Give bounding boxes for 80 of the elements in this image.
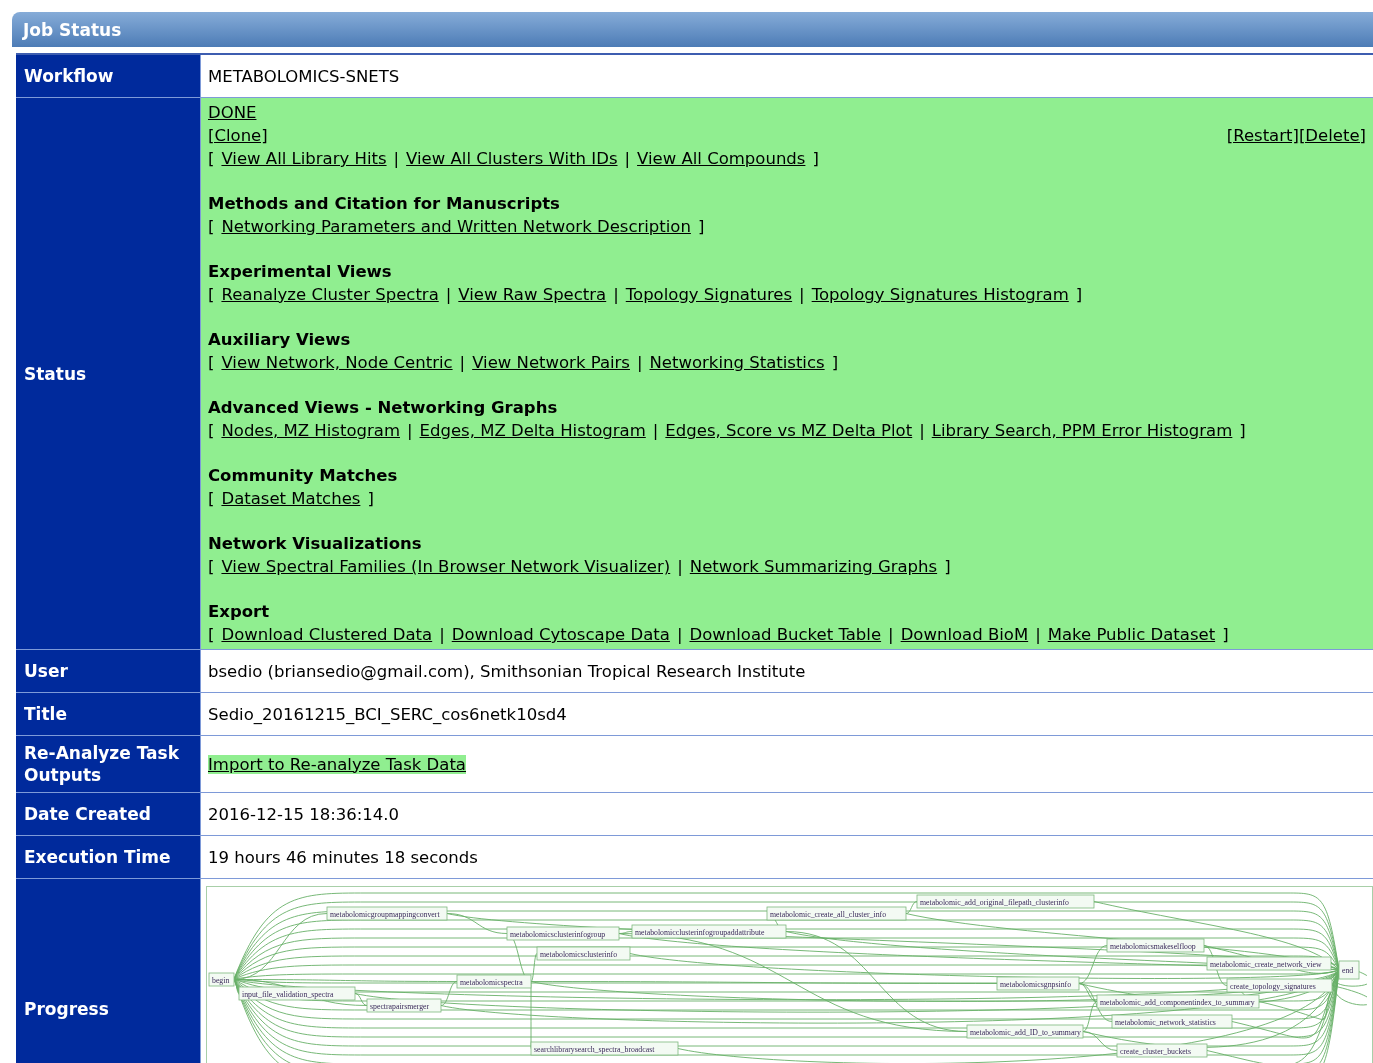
separator-text: | xyxy=(799,284,805,306)
separator-text: | xyxy=(406,420,413,442)
section-heading: Auxiliary Views xyxy=(208,329,352,351)
report-link[interactable]: Library Search, PPM Error Histogram xyxy=(931,419,1233,442)
field-value: 19 hours 46 minutes 18 seconds xyxy=(208,847,478,867)
row-label: Status xyxy=(16,97,201,650)
separator-text: | xyxy=(624,148,631,170)
report-link[interactable]: Networking Statistics xyxy=(649,351,825,374)
status-link[interactable]: DONE xyxy=(208,103,257,122)
field-value: Sedio_20161215_BCI_SERC_cos6netk10sd4 xyxy=(208,704,567,724)
field-value: 2016-12-15 18:36:14.0 xyxy=(208,804,399,824)
report-link[interactable]: Networking Parameters and Written Network Description xyxy=(221,215,691,238)
bracket-text: [ xyxy=(208,420,215,442)
report-link[interactable]: Network Summarizing Graphs xyxy=(689,555,938,578)
row-label: Re-Analyze Task Outputs xyxy=(16,735,201,793)
report-link[interactable]: Download Cytoscape Data xyxy=(451,623,670,646)
bracket-text: ] xyxy=(812,148,819,170)
separator-text: | xyxy=(888,624,894,646)
bracket-text: [ xyxy=(208,488,215,510)
panel-header: Job Status xyxy=(12,12,1373,47)
report-link[interactable]: Download BioM xyxy=(900,623,1029,646)
section-heading: Network Visualizations xyxy=(208,533,423,555)
row-label: Progress xyxy=(16,878,201,1063)
section-heading: Advanced Views - Networking Graphs xyxy=(208,397,559,419)
row-label: User xyxy=(16,649,201,693)
bracket-text: ] xyxy=(831,352,839,374)
report-link[interactable]: Edges, MZ Delta Histogram xyxy=(419,419,646,442)
report-link[interactable]: Dataset Matches xyxy=(221,487,361,510)
row-label: Title xyxy=(16,692,201,736)
bracket-text: [ xyxy=(208,148,215,170)
action-link[interactable]: [Delete] xyxy=(1298,126,1366,145)
bracket-text: ] xyxy=(1239,420,1246,442)
bracket-text: [ xyxy=(208,624,215,646)
section-heading: Methods and Citation for Manuscripts xyxy=(208,193,561,215)
separator-text: | xyxy=(393,148,400,170)
report-link[interactable]: Topology Signatures Histogram xyxy=(811,283,1069,306)
row-label: Date Created xyxy=(16,792,201,836)
report-link[interactable]: Topology Signatures xyxy=(625,283,793,306)
report-link[interactable]: Make Public Dataset xyxy=(1047,623,1216,646)
bracket-text: ] xyxy=(944,556,951,578)
separator-text: | xyxy=(652,420,659,442)
bracket-text: ] xyxy=(367,488,374,510)
bracket-text: ] xyxy=(1075,284,1083,306)
report-link[interactable]: Download Bucket Table xyxy=(689,623,882,646)
report-link[interactable]: View All Library Hits xyxy=(221,147,387,170)
report-link[interactable]: View All Clusters With IDs xyxy=(406,147,618,170)
report-link[interactable]: Nodes, MZ Histogram xyxy=(221,419,400,442)
bracket-text: ] xyxy=(697,216,705,238)
row-label: Workflow xyxy=(16,54,201,98)
report-link[interactable]: View Spectral Families (In Browser Network Visualizer) xyxy=(221,555,671,578)
section-heading: Experimental Views xyxy=(208,261,393,283)
separator-text: | xyxy=(439,624,445,646)
separator-text: | xyxy=(1035,624,1041,646)
separator-text: | xyxy=(459,352,466,374)
import-link[interactable]: Import to Re-analyze Task Data xyxy=(208,754,466,774)
bracket-text: [ xyxy=(208,284,215,306)
section-heading: Export xyxy=(208,601,271,623)
bracket-text: [ xyxy=(208,216,215,238)
bracket-text: ] xyxy=(1222,624,1229,646)
section-heading: Community Matches xyxy=(208,465,399,487)
separator-text: | xyxy=(636,352,643,374)
separator-text: | xyxy=(677,556,683,578)
row-label: Execution Time xyxy=(16,835,201,879)
separator-text: | xyxy=(445,284,452,306)
separator-text: | xyxy=(676,624,683,646)
bracket-text: [ xyxy=(208,352,215,374)
action-link[interactable]: [Restart] xyxy=(1226,126,1299,145)
bracket-text: [ xyxy=(208,556,215,578)
report-link[interactable]: View Raw Spectra xyxy=(458,283,607,306)
separator-text: | xyxy=(919,420,925,442)
report-link[interactable]: View Network Pairs xyxy=(472,351,630,374)
clone-link[interactable]: [Clone] xyxy=(208,124,268,147)
report-link[interactable]: Reanalyze Cluster Spectra xyxy=(221,283,439,306)
report-link[interactable]: Edges, Score vs MZ Delta Plot xyxy=(665,419,913,442)
separator-text: | xyxy=(613,284,619,306)
field-value: METABOLOMICS-SNETS xyxy=(208,66,400,86)
report-link[interactable]: View All Compounds xyxy=(637,147,806,170)
report-link[interactable]: View Network, Node Centric xyxy=(221,351,453,374)
report-link[interactable]: Download Clustered Data xyxy=(221,623,433,646)
field-value: bsedio (briansedio@gmail.com), Smithsonian Tropical Research Institute xyxy=(208,661,806,681)
